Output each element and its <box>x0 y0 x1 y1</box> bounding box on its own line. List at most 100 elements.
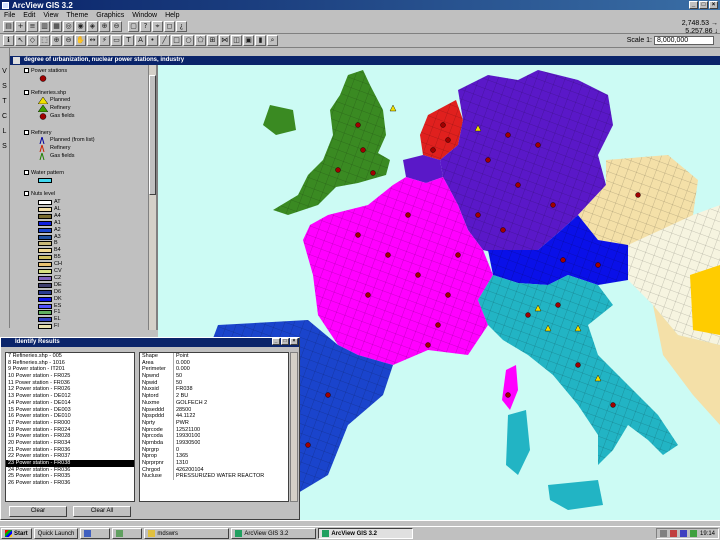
menu-theme[interactable]: Theme <box>66 12 88 19</box>
zoom-full-icon[interactable]: ◎ <box>63 21 74 32</box>
taskbar-item[interactable] <box>80 528 111 539</box>
quick-launch[interactable]: Quick Launch <box>33 528 79 539</box>
minimize-button[interactable]: _ <box>689 1 698 9</box>
identify-list-item[interactable]: 7 Refineries.shp - 005 <box>6 353 134 360</box>
theme-refineries[interactable]: Refineries.shp <box>24 89 66 97</box>
query-icon[interactable]: ? <box>140 21 151 32</box>
menu-file[interactable]: File <box>4 12 15 19</box>
taskbar-item-arcview-2[interactable]: ArcView GIS 3.2 <box>318 528 414 539</box>
split-icon[interactable]: ⋈ <box>219 35 230 46</box>
identify-list-item[interactable]: 24 Power station - FR036 <box>6 467 134 474</box>
scroll-thumb[interactable] <box>149 75 156 195</box>
close-button[interactable]: × <box>709 1 718 9</box>
identify-list-item[interactable]: 18 Power station - FR024 <box>6 427 134 434</box>
clear-selection-icon[interactable]: ◻ <box>164 21 175 32</box>
add-theme-icon[interactable]: + <box>15 21 26 32</box>
select-area-icon[interactable]: ⬚ <box>39 35 50 46</box>
menu-help[interactable]: Help <box>165 12 179 19</box>
snap-icon[interactable]: ⊞ <box>207 35 218 46</box>
menu-view[interactable]: View <box>43 12 58 19</box>
identify-list-item[interactable]: 16 Power station - DE010 <box>6 413 134 420</box>
layout-icon[interactable]: ▣ <box>243 35 254 46</box>
identify-list-item[interactable]: 9 Power station - IT201 <box>6 366 134 373</box>
zoom-out-icon[interactable]: ⊖ <box>111 21 122 32</box>
taskbar-item-arcview-1[interactable]: ArcView GIS 3.2 <box>231 528 317 539</box>
identify-list-item[interactable]: 12 Power station - FR026 <box>6 386 134 393</box>
close-button[interactable]: × <box>290 338 298 345</box>
select-features-icon[interactable]: ▢ <box>128 21 139 32</box>
area-select-icon[interactable]: ▭ <box>111 35 122 46</box>
chart-icon[interactable]: ▮ <box>255 35 266 46</box>
theme-water[interactable]: Water pattern <box>24 169 64 177</box>
pointer-icon[interactable]: ↖ <box>15 35 26 46</box>
union-icon[interactable]: ◫ <box>231 35 242 46</box>
maximize-button[interactable]: □ <box>699 1 708 9</box>
draw-circle-icon[interactable]: ○ <box>183 35 194 46</box>
theme-power-stations[interactable]: Power stations <box>24 67 67 75</box>
theme-checkbox[interactable] <box>24 170 29 175</box>
identify-scrollbar[interactable] <box>290 352 298 502</box>
text-icon[interactable]: A <box>135 35 146 46</box>
zoom-active-icon[interactable]: ◉ <box>75 21 86 32</box>
menu-graphics[interactable]: Graphics <box>96 12 124 19</box>
identify-list-item[interactable]: 23 Power station - FR038 <box>6 460 134 467</box>
edit-legend-icon[interactable]: ▥ <box>39 21 50 32</box>
scale-input[interactable]: 8,000,000 <box>654 36 714 45</box>
maximize-button[interactable]: □ <box>281 338 289 345</box>
zoom-in-tool-icon[interactable]: ⊕ <box>51 35 62 46</box>
hotlink-icon[interactable]: ⚡ <box>99 35 110 46</box>
theme-checkbox[interactable] <box>24 90 29 95</box>
taskbar-item-mdswrs[interactable]: mdswrs <box>144 528 230 539</box>
zoom-selected-icon[interactable]: ◈ <box>87 21 98 32</box>
identify-list-item[interactable]: 8 Refineries.shp - 1016 <box>6 360 134 367</box>
clear-all-button[interactable]: Clear All <box>73 506 131 517</box>
identify-list-item[interactable]: 15 Power station - DE003 <box>6 407 134 414</box>
identify-list-item[interactable]: 22 Power station - FR037 <box>6 453 134 460</box>
identify-list-item[interactable]: 21 Power station - FR036 <box>6 447 134 454</box>
theme-refinery[interactable]: Refinery <box>24 129 51 137</box>
draw-rect-icon[interactable]: □ <box>171 35 182 46</box>
theme-nuts[interactable]: Nuts level <box>24 190 55 198</box>
identify-list-item[interactable]: 13 Power station - DE012 <box>6 393 134 400</box>
identify-list-item[interactable]: 19 Power station - FR028 <box>6 433 134 440</box>
tray-icon[interactable] <box>669 530 677 537</box>
help-icon[interactable]: ¿ <box>176 21 187 32</box>
draw-polygon-icon[interactable]: ⬠ <box>195 35 206 46</box>
identify-list-item[interactable]: 20 Power station - FR034 <box>6 440 134 447</box>
toc-scrollbar[interactable] <box>148 65 156 330</box>
vertex-edit-icon[interactable]: ◇ <box>27 35 38 46</box>
identify-list-item[interactable]: 14 Power station - DE014 <box>6 400 134 407</box>
zoom-in-icon[interactable]: ⊕ <box>99 21 110 32</box>
draw-line-icon[interactable]: ╱ <box>159 35 170 46</box>
minimize-button[interactable]: _ <box>272 338 280 345</box>
taskbar-item[interactable] <box>112 528 143 539</box>
theme-checkbox[interactable] <box>24 191 29 196</box>
identify-list-item[interactable]: 26 Power station - FR036 <box>6 480 134 487</box>
theme-properties-icon[interactable]: ≡ <box>27 21 38 32</box>
save-icon[interactable]: ▤ <box>3 21 14 32</box>
identify-list-item[interactable]: 25 Power station - FR035 <box>6 473 134 480</box>
identify-feature-list[interactable]: 7 Refineries.shp - 005 8 Refineries.shp -… <box>5 352 135 502</box>
tray-icon[interactable] <box>659 530 667 537</box>
pan-icon[interactable]: ✋ <box>75 35 86 46</box>
identify-icon[interactable]: ℹ <box>3 35 14 46</box>
identify-list-item[interactable]: 11 Power station - FR036 <box>6 380 134 387</box>
start-button[interactable]: Start <box>1 528 32 539</box>
label-icon[interactable]: T <box>123 35 134 46</box>
theme-checkbox[interactable] <box>24 130 29 135</box>
identify-list-item[interactable]: 10 Power station - FR025 <box>6 373 134 380</box>
clear-button[interactable]: Clear <box>9 506 67 517</box>
zoom-out-tool-icon[interactable]: ⊖ <box>63 35 74 46</box>
app-icon <box>116 530 124 537</box>
identify-list-item[interactable]: 17 Power station - FR000 <box>6 420 134 427</box>
menu-window[interactable]: Window <box>132 12 157 19</box>
theme-checkbox[interactable] <box>24 68 29 73</box>
menu-edit[interactable]: Edit <box>23 12 35 19</box>
tray-icon[interactable] <box>689 530 697 537</box>
open-table-icon[interactable]: ▦ <box>51 21 62 32</box>
draw-point-icon[interactable]: • <box>147 35 158 46</box>
measure-icon[interactable]: ↔ <box>87 35 98 46</box>
locate-icon[interactable]: ⌖ <box>152 21 163 32</box>
find-icon[interactable]: ⌕ <box>267 35 278 46</box>
tray-icon[interactable] <box>679 530 687 537</box>
